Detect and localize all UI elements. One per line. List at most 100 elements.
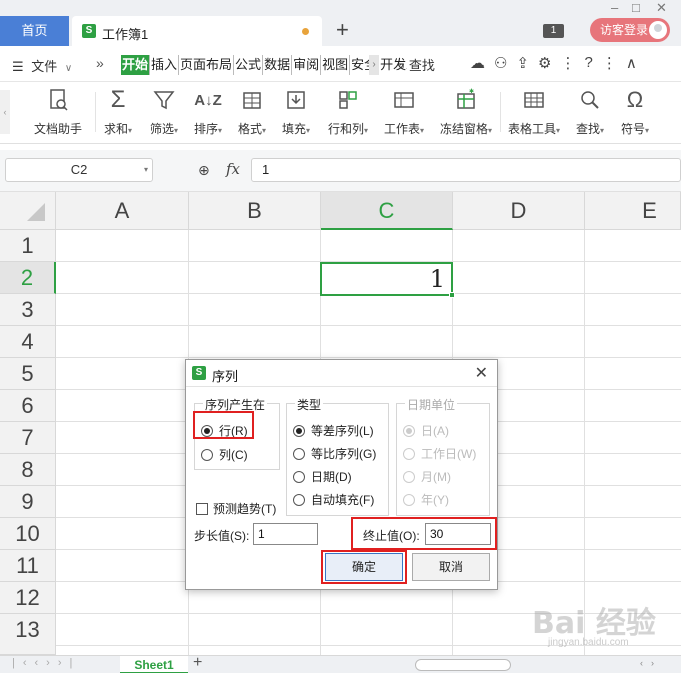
row-header-5[interactable]: 5 — [0, 358, 56, 390]
row-header-7[interactable]: 7 — [0, 422, 56, 454]
row-header-9[interactable]: 9 — [0, 486, 56, 518]
trend-checkbox[interactable]: 预测趋势(T) — [196, 500, 276, 517]
new-tab-button[interactable]: + — [336, 18, 349, 42]
sum-icon: Σ — [110, 86, 126, 113]
find-button[interactable]: 查找▾ — [576, 86, 604, 137]
menu-bar: ☰ 文件 ∨ » 开始 插入 页面布局 公式 数据 审阅 视图 安全 开发工 ›… — [0, 46, 681, 82]
row-header-11[interactable]: 11 — [0, 550, 56, 582]
filter-button[interactable]: 筛选▾ — [150, 86, 178, 137]
tab-data[interactable]: 数据 — [263, 55, 293, 75]
doc-assistant-button[interactable]: 文档助手 — [34, 86, 82, 137]
maximize-icon[interactable]: □ — [632, 0, 640, 15]
chevron-down-icon: ∨ — [64, 63, 73, 74]
ok-button[interactable]: 确定 — [325, 553, 403, 581]
zoom-icon[interactable]: ⊕ — [198, 162, 210, 179]
sheet-tab-sheet1[interactable]: Sheet1 — [120, 656, 188, 673]
scroll-arrows-icon[interactable]: ‹› — [640, 658, 662, 668]
radio-linear[interactable]: 等差序列(L) — [293, 422, 374, 439]
active-cell-c2[interactable]: 1 — [320, 262, 455, 298]
table-tools-icon — [508, 86, 560, 114]
ribbon-divider — [95, 92, 96, 132]
help-icon[interactable]: ? — [584, 54, 592, 72]
doc-assistant-icon — [34, 86, 82, 114]
add-sheet-button[interactable]: + — [193, 654, 202, 672]
tab-formula[interactable]: 公式 — [234, 55, 264, 75]
guest-login-label: 访客登录 — [600, 23, 649, 37]
symbol-button[interactable]: Ω 符号▾ — [621, 86, 649, 137]
row-header-1[interactable]: 1 — [0, 230, 56, 262]
rows-cols-button[interactable]: 行和列▾ — [328, 86, 368, 137]
freeze-panes-button[interactable]: ✱ 冻结窗格▾ — [440, 86, 492, 137]
name-box[interactable]: C2 ▾ — [5, 158, 153, 182]
close-window-icon[interactable]: ✕ — [656, 0, 667, 16]
row-header-10[interactable]: 10 — [0, 518, 56, 550]
sheet-nav-arrows-icon[interactable]: |‹‹››| — [12, 657, 80, 669]
share-icon[interactable]: ⇪ — [516, 54, 529, 72]
double-chevron-icon[interactable]: » — [96, 55, 104, 71]
fx-icon[interactable]: fx — [226, 160, 240, 178]
share-user-icon[interactable]: ⚇ — [494, 54, 507, 72]
stop-input[interactable]: 30 — [425, 523, 491, 545]
close-icon[interactable]: ✕ — [475, 363, 488, 383]
freeze-panes-label: 冻结窗格 — [440, 122, 489, 136]
more-options-icon[interactable]: ⋮ — [602, 54, 617, 72]
row-header-4[interactable]: 4 — [0, 326, 56, 358]
select-all-corner[interactable] — [0, 192, 56, 230]
tab-insert[interactable]: 插入 — [150, 55, 180, 75]
radio-linear-label: 等差序列(L) — [311, 424, 374, 438]
row-header-3[interactable]: 3 — [0, 294, 56, 326]
row-header-12[interactable]: 12 — [0, 582, 56, 614]
fill-handle[interactable] — [449, 292, 455, 298]
row-header-6[interactable]: 6 — [0, 390, 56, 422]
radio-icon — [403, 448, 415, 460]
radio-month-label: 月(M) — [421, 470, 451, 484]
search-label: 查找 — [408, 58, 435, 73]
file-menu[interactable]: ☰ 文件 ∨ — [12, 56, 72, 75]
tab-start[interactable]: 开始 — [121, 55, 151, 75]
search-button[interactable]: ⌕ 查找 — [398, 55, 435, 74]
radio-growth-label: 等比序列(G) — [311, 447, 377, 461]
document-tab[interactable]: S 工作簿1 — [72, 16, 322, 46]
column-header-a[interactable]: A — [56, 192, 189, 230]
sum-button[interactable]: Σ 求和▾ — [104, 86, 132, 137]
radio-rows[interactable]: 行(R) — [201, 422, 248, 439]
formula-input[interactable]: 1 — [251, 158, 681, 182]
step-input[interactable]: 1 — [253, 523, 318, 545]
format-button[interactable]: 格式▾ — [238, 86, 266, 137]
column-header-c[interactable]: C — [321, 192, 453, 230]
radio-date[interactable]: 日期(D) — [293, 468, 352, 485]
radio-autofill[interactable]: 自动填充(F) — [293, 491, 374, 508]
more-icon[interactable]: ⋮ — [560, 54, 575, 72]
radio-weekday-label: 工作日(W) — [421, 447, 477, 461]
window-count-badge[interactable]: 1 — [543, 24, 564, 38]
minimize-icon[interactable]: – — [611, 0, 618, 15]
table-tools-button[interactable]: 表格工具▾ — [508, 86, 560, 137]
collapse-ribbon-icon[interactable]: ∧ — [626, 54, 637, 72]
row-header-2[interactable]: 2 — [0, 262, 56, 294]
sort-button[interactable]: A↓Z 排序▾ — [194, 86, 222, 137]
home-tab[interactable]: 首页 — [0, 16, 69, 46]
tools-icon[interactable]: ⚙ — [538, 54, 551, 72]
radio-growth[interactable]: 等比序列(G) — [293, 445, 376, 462]
more-tabs-icon[interactable]: › — [369, 55, 379, 75]
column-header-d[interactable]: D — [453, 192, 585, 230]
column-header-b[interactable]: B — [189, 192, 321, 230]
tab-page-layout[interactable]: 页面布局 — [179, 55, 235, 75]
cloud-icon[interactable]: ☁ — [470, 54, 485, 72]
fill-button[interactable]: 填充▾ — [282, 86, 310, 137]
radio-icon — [403, 494, 415, 506]
ribbon-scroll-left-icon[interactable]: ‹ — [0, 90, 10, 134]
radio-columns[interactable]: 列(C) — [201, 446, 248, 463]
tab-review[interactable]: 审阅 — [292, 55, 322, 75]
tab-view[interactable]: 视图 — [321, 55, 351, 75]
cancel-button[interactable]: 取消 — [412, 553, 490, 581]
worksheet-button[interactable]: 工作表▾ — [384, 86, 424, 137]
freeze-panes-icon: ✱ — [440, 86, 492, 114]
row-header-8[interactable]: 8 — [0, 454, 56, 486]
column-header-e[interactable]: E — [585, 192, 681, 230]
guest-login-button[interactable]: 访客登录 — [590, 18, 670, 42]
unsaved-dot-icon — [302, 28, 309, 35]
watermark: Bai 经验 — [532, 606, 656, 641]
horizontal-scrollbar[interactable] — [415, 659, 511, 671]
row-header-13[interactable]: 13 — [0, 614, 56, 655]
